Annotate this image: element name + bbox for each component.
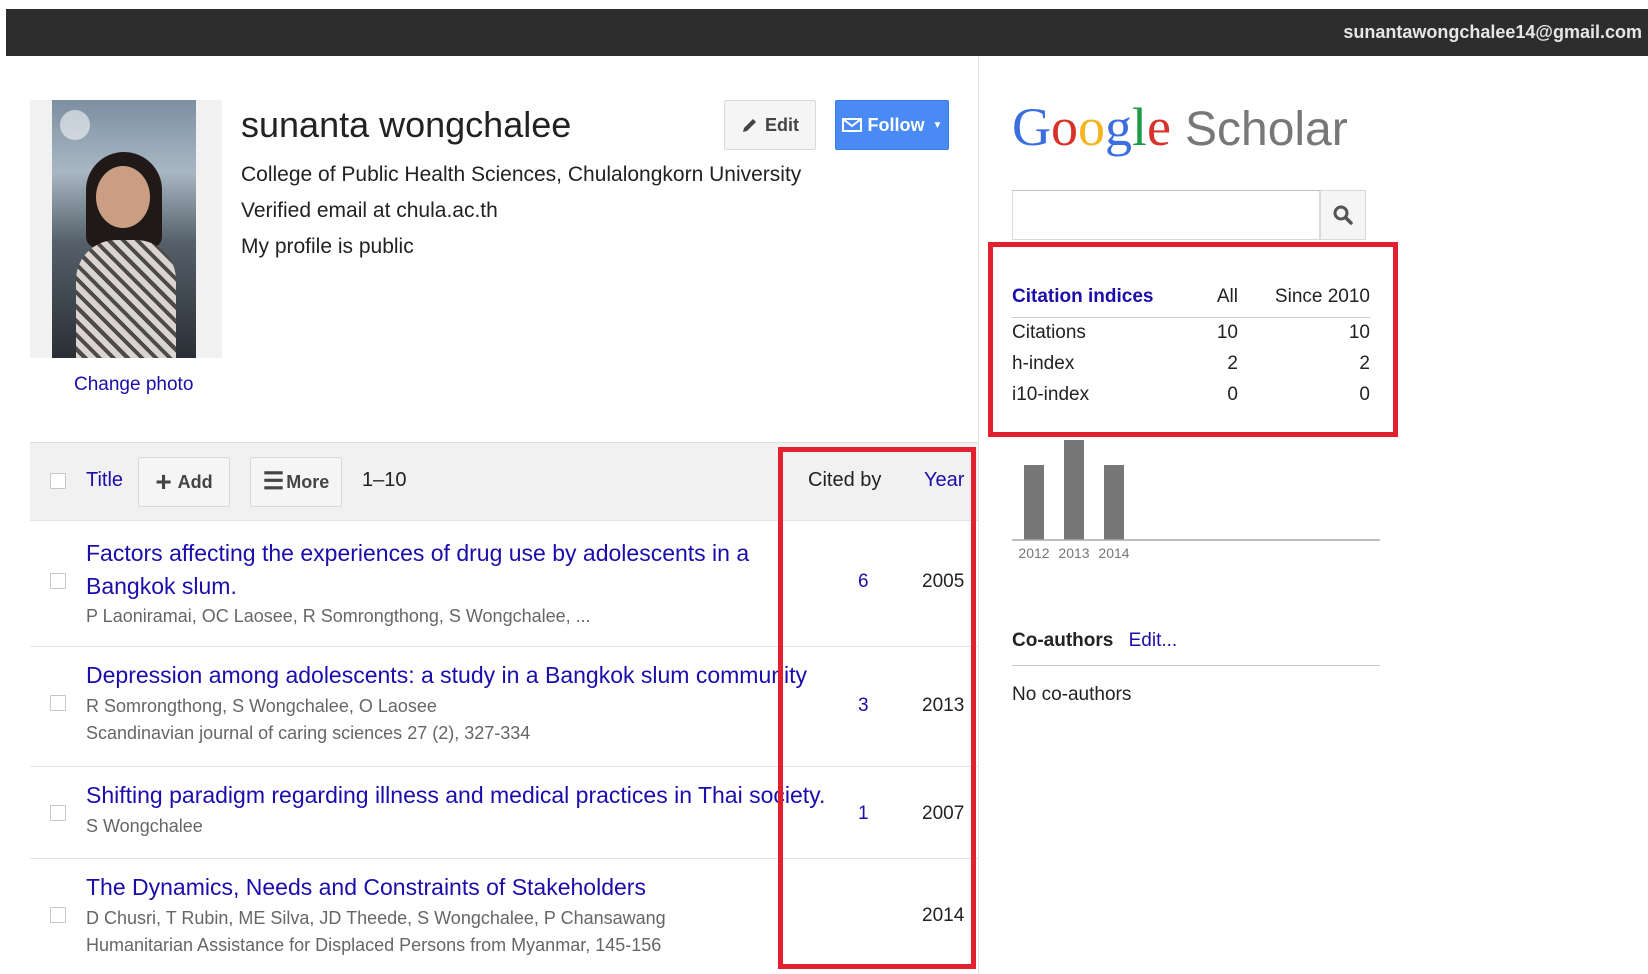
article-title[interactable]: The Dynamics, Needs and Constraints of S… — [86, 871, 646, 904]
article-venue: Humanitarian Assistance for Displaced Pe… — [86, 935, 662, 955]
article-authors: D Chusri, T Rubin, ME Silva, JD Theede, … — [86, 908, 666, 928]
add-article-button[interactable]: + Add — [138, 457, 230, 507]
coauthors-label: Co-authors — [1012, 630, 1114, 651]
avatar — [52, 100, 196, 358]
article-title[interactable]: Factors affecting the experiences of dru… — [86, 537, 749, 603]
article-authors: S Wongchalee — [86, 816, 203, 836]
follow-button[interactable]: Follow ▼ — [835, 100, 949, 150]
search-icon — [1333, 205, 1353, 225]
menu-icon: ☰ — [262, 468, 285, 495]
profile-affiliation: College of Public Health Sciences, Chula… — [241, 163, 802, 186]
article-venue: Scandinavian journal of caring sciences … — [86, 723, 531, 743]
article-title[interactable]: Shifting paradigm regarding illness and … — [86, 779, 825, 812]
row-checkbox[interactable] — [50, 573, 66, 589]
change-photo-link[interactable]: Change photo — [74, 374, 193, 396]
histogram-bar-2013[interactable] — [1064, 440, 1084, 540]
citations-histogram: 2012 2013 2014 — [1012, 440, 1380, 560]
pencil-icon — [743, 119, 756, 132]
search-button[interactable] — [1320, 190, 1366, 240]
article-authors: P Laoniramai, OC Laosee, R Somrongthong,… — [86, 606, 591, 626]
row-checkbox[interactable] — [50, 805, 66, 821]
highlight-box-cited-year — [778, 447, 976, 969]
top-bar: sunantawongchalee14@gmail.com — [6, 9, 1648, 56]
envelope-icon — [841, 118, 862, 132]
plus-icon: + — [155, 466, 172, 497]
histogram-bar-2012[interactable] — [1024, 465, 1044, 540]
google-logo: Google — [1012, 97, 1171, 157]
article-title[interactable]: Depression among adolescents: a study in… — [86, 659, 807, 692]
coauthors-header: Co-authors Edit... — [1012, 630, 1380, 666]
profile-visibility: My profile is public — [241, 235, 414, 258]
histogram-tick-label: 2012 — [1018, 545, 1049, 560]
caret-down-icon: ▼ — [932, 119, 943, 131]
histogram-tick-label: 2013 — [1058, 545, 1089, 560]
article-range: 1–10 — [362, 469, 407, 491]
histogram-bar-2014[interactable] — [1104, 465, 1124, 540]
row-checkbox[interactable] — [50, 907, 66, 923]
account-email[interactable]: sunantawongchalee14@gmail.com — [1343, 22, 1642, 43]
edit-profile-button[interactable]: Edit — [724, 100, 816, 150]
row-checkbox[interactable] — [50, 695, 66, 711]
profile-name: sunanta wongchalee — [241, 104, 572, 145]
google-scholar-logo[interactable]: Google Scholar — [1012, 96, 1348, 158]
column-divider — [978, 56, 979, 974]
article-authors: R Somrongthong, S Wongchalee, O Laosee — [86, 696, 437, 716]
sort-by-title[interactable]: Title — [86, 469, 123, 492]
select-all-checkbox[interactable] — [50, 473, 66, 489]
search-input[interactable] — [1012, 190, 1320, 240]
profile-email-status: Verified email at chula.ac.th — [241, 199, 498, 222]
no-coauthors-text: No co-authors — [1012, 684, 1132, 705]
highlight-box-citation-indices — [988, 242, 1398, 437]
profile-photo — [30, 100, 222, 358]
edit-coauthors-link[interactable]: Edit... — [1129, 630, 1178, 651]
more-actions-button[interactable]: ☰ More — [250, 457, 342, 507]
histogram-tick-label: 2014 — [1098, 545, 1129, 560]
